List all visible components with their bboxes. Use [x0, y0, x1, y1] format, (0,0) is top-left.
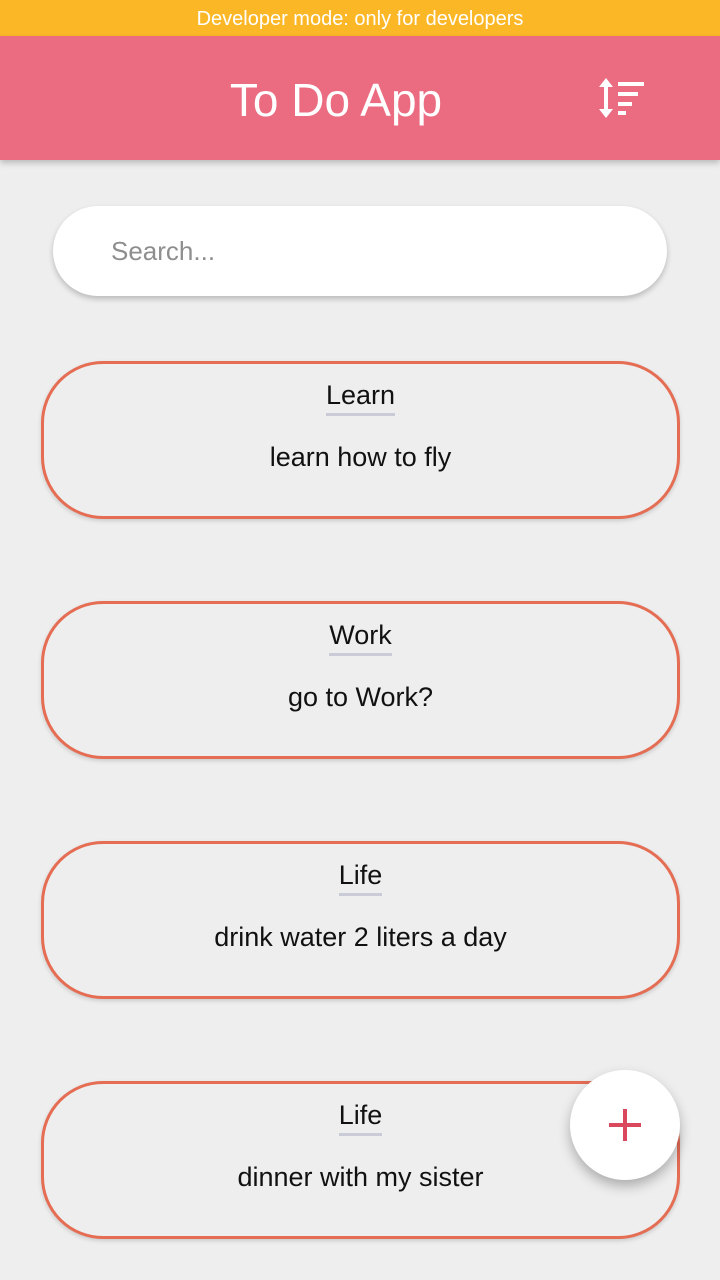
developer-mode-banner: Developer mode: only for developers	[0, 0, 720, 36]
plus-icon	[609, 1109, 641, 1141]
app-title: To Do App	[229, 74, 443, 126]
sort-icon	[599, 78, 644, 118]
todo-category: Life	[44, 860, 677, 896]
todo-text: learn how to fly	[269, 442, 452, 472]
sort-button[interactable]	[590, 66, 654, 130]
todo-text: go to Work?	[287, 682, 434, 712]
todo-category: Learn	[44, 380, 677, 416]
todo-card[interactable]: Life drink water 2 liters a day	[41, 841, 680, 999]
todo-card[interactable]: Work go to Work?	[41, 601, 680, 759]
search-input[interactable]	[111, 206, 631, 296]
todo-text: dinner with my sister	[237, 1162, 484, 1192]
add-todo-button[interactable]	[570, 1070, 680, 1180]
todo-card[interactable]: Learn learn how to fly	[41, 361, 680, 519]
search-box	[53, 206, 667, 296]
app-bar: To Do App	[0, 36, 720, 160]
todo-text: drink water 2 liters a day	[214, 922, 507, 952]
todo-category: Work	[44, 620, 677, 656]
